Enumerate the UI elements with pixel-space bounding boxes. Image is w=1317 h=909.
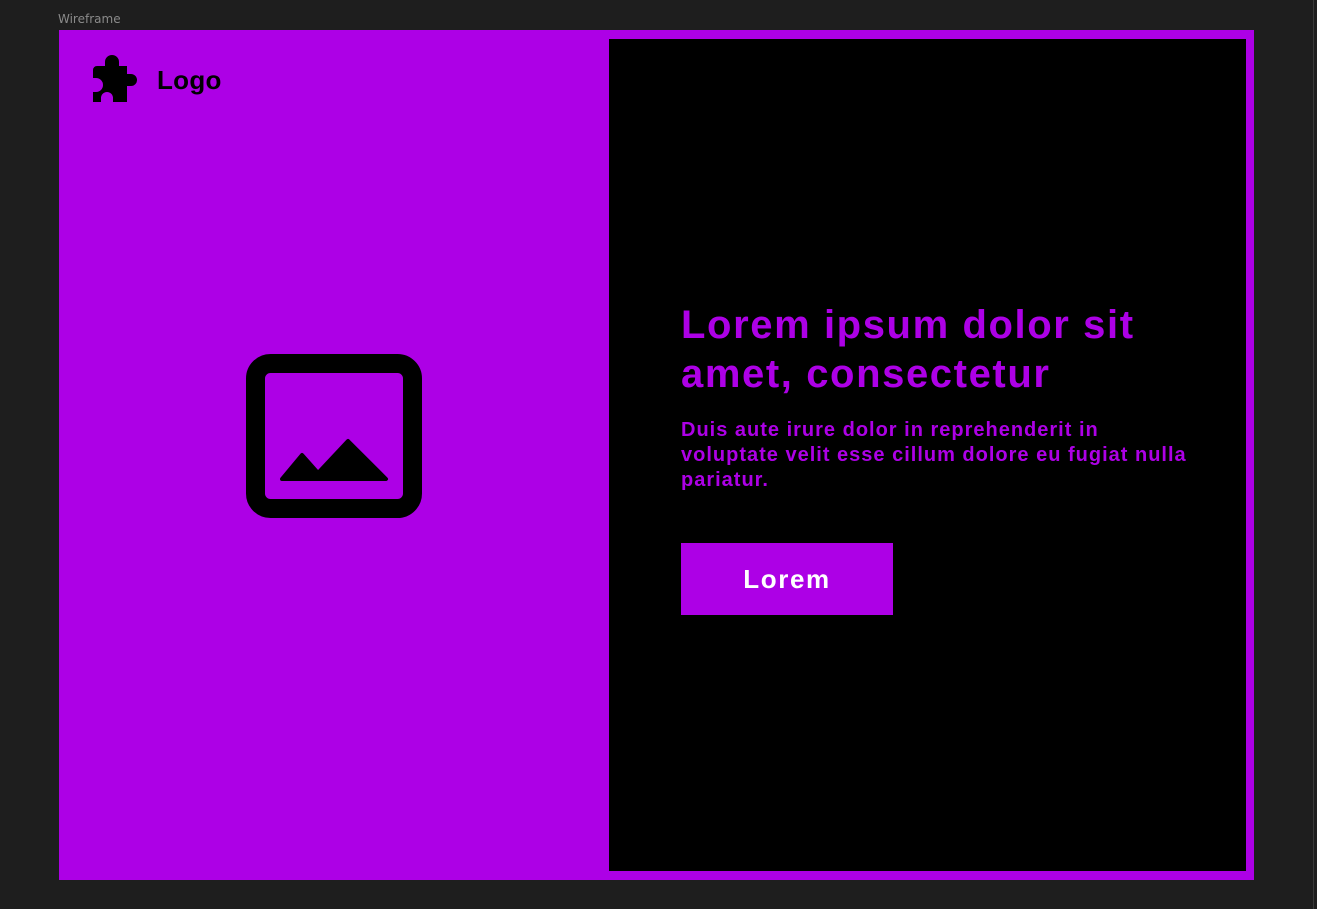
wireframe-frame: Logo Lorem ipsum dolor sit amet, consect… <box>59 30 1254 880</box>
image-placeholder <box>246 354 422 518</box>
content-panel: Lorem ipsum dolor sit amet, consectetur … <box>609 39 1246 871</box>
cta-button[interactable]: Lorem <box>681 543 893 615</box>
hero-description: Duis aute irure dolor in reprehenderit i… <box>681 419 1187 491</box>
logo-text: Logo <box>157 64 222 95</box>
canvas-edge-divider <box>1313 0 1314 909</box>
logo[interactable]: Logo <box>89 54 222 106</box>
puzzle-piece-icon <box>93 55 137 102</box>
image-placeholder-icon <box>246 354 422 518</box>
hero-headline: Lorem ipsum dolor sit amet, consectetur <box>681 303 1135 396</box>
frame-name-label[interactable]: Wireframe <box>58 11 121 27</box>
